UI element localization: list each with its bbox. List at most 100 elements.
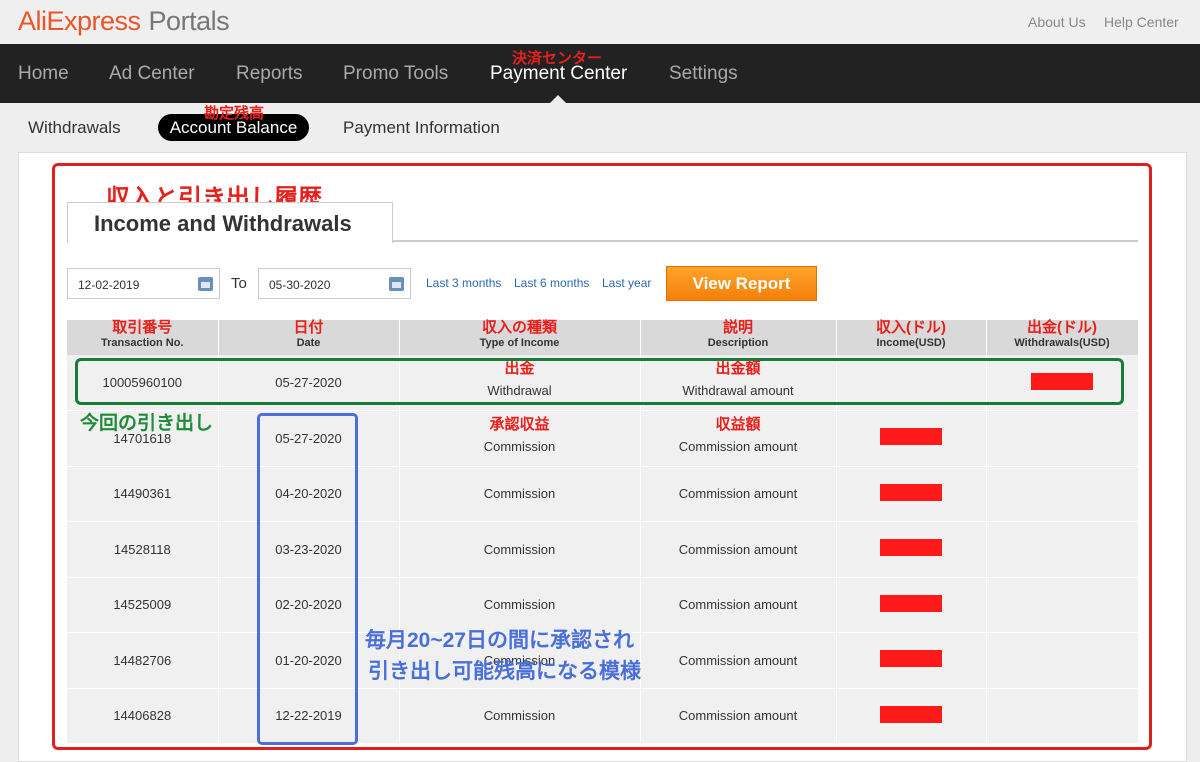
nav-home[interactable]: Home [18, 63, 69, 85]
current-withdrawal-highlight [75, 358, 1124, 405]
cell-no: 14406828 [67, 688, 219, 744]
desc-value: Commission amount [678, 438, 798, 454]
column-label: Description [707, 337, 769, 349]
redacted-amount [880, 650, 942, 668]
cell-amount [836, 688, 987, 744]
cell-no: 14528118 [67, 521, 219, 578]
table-row[interactable]: 14490361 04-20-2020 Commission Commission a… [67, 466, 1139, 522]
tab-income-withdrawals[interactable]: Income and Withdrawals [67, 202, 393, 243]
to-date-value: 05-30-2020 [269, 278, 331, 292]
cell-desc: 収益額 Commission amount [640, 410, 837, 467]
calendar-icon[interactable] [389, 277, 404, 291]
column-header: 収入(ドル) Income(USD) [836, 319, 987, 355]
desc-value: Commission amount [678, 486, 798, 502]
approval-note-line-2: 引き出し可能残高になる模様 [368, 660, 641, 683]
no-value: 14482706 [113, 652, 172, 668]
type-value: Commission [483, 541, 556, 557]
no-value: 14525009 [113, 597, 172, 613]
no-value: 14406828 [113, 708, 172, 724]
cell-no: 14525009 [67, 577, 219, 633]
redacted-amount [880, 483, 942, 501]
from-date-value: 12-02-2019 [78, 278, 140, 292]
cell-no: 14482706 [67, 632, 219, 689]
cell-amount [836, 632, 987, 689]
cell-amount [986, 688, 1139, 744]
nav-payment-center[interactable]: Payment Center [490, 63, 627, 85]
column-label: Income(USD) [876, 337, 946, 349]
tab-divider [393, 240, 1138, 242]
table-row[interactable]: 14528118 03-23-2020 Commission Commission a… [67, 521, 1139, 578]
column-header: 説明 Description [640, 319, 837, 355]
last-3-months-link[interactable]: Last 3 months [426, 276, 501, 290]
cell-type: Commission [399, 466, 641, 522]
cell-desc: Commission amount [640, 521, 837, 578]
dates-highlight [257, 413, 358, 745]
column-label: Transaction No. [100, 337, 184, 349]
view-report-button[interactable]: View Report [666, 266, 817, 301]
help-center-link[interactable]: Help Center [1104, 14, 1179, 30]
cell-amount [836, 521, 987, 578]
column-annotation: 収入の種類 [481, 319, 557, 336]
type-value: Commission [483, 597, 556, 613]
column-annotation: 日付 [293, 319, 324, 336]
cell-amount [836, 466, 987, 522]
desc-value: Commission amount [678, 708, 798, 724]
column-label: Type of Income [479, 337, 560, 349]
cell-type: Commission [399, 521, 641, 578]
cell-amount [986, 632, 1139, 689]
approval-note: 毎月20~27日の間に承認され 引き出し可能残高になる模様 [365, 625, 641, 687]
table-row[interactable]: 14406828 12-22-2019 Commission Commission a… [67, 688, 1139, 744]
type-value: Commission [483, 708, 556, 724]
redacted-amount [880, 705, 942, 723]
cell-type: Commission [399, 688, 641, 744]
column-annotation: 取引番号 [112, 319, 173, 336]
cell-amount [986, 521, 1139, 578]
calendar-icon[interactable] [198, 277, 213, 291]
logo[interactable]: AliExpress Portals [18, 6, 230, 37]
cell-amount [986, 466, 1139, 522]
last-6-months-link[interactable]: Last 6 months [514, 276, 589, 290]
cell-amount [836, 410, 987, 467]
about-us-link[interactable]: About Us [1028, 14, 1086, 30]
cell-amount [986, 577, 1139, 633]
cell-amount [836, 577, 987, 633]
from-date-input[interactable]: 12-02-2019 [67, 268, 220, 299]
redacted-amount [880, 428, 942, 446]
last-year-link[interactable]: Last year [602, 276, 651, 290]
column-header: 出金(ドル) Withdrawals(USD) [986, 319, 1139, 355]
approval-note-line-1: 毎月20~27日の間に承認され [365, 629, 634, 652]
subnav-withdrawals[interactable]: Withdrawals [28, 118, 121, 138]
desc-value: Commission amount [678, 541, 798, 557]
cell-desc: Commission amount [640, 688, 837, 744]
account-balance-annotation: 勘定残高 [204, 105, 265, 122]
no-value: 14528118 [113, 541, 171, 557]
column-label: Date [296, 337, 321, 349]
cell-no: 14490361 [67, 466, 219, 522]
to-label: To [231, 275, 247, 292]
no-value: 14490361 [113, 486, 172, 502]
type-value: Commission [483, 438, 556, 454]
nav-ad-center[interactable]: Ad Center [109, 63, 195, 85]
row-annotation: 収益額 [715, 416, 761, 433]
cell-desc: Commission amount [640, 632, 837, 689]
nav-settings[interactable]: Settings [669, 63, 738, 85]
cell-desc: Commission amount [640, 577, 837, 633]
column-label: Withdrawals(USD) [1014, 337, 1110, 349]
column-annotation: 収入(ドル) [876, 319, 946, 336]
cell-desc: Commission amount [640, 466, 837, 522]
redacted-amount [880, 539, 942, 557]
nav-reports[interactable]: Reports [236, 63, 303, 85]
to-date-input[interactable]: 05-30-2020 [258, 268, 411, 299]
desc-value: Commission amount [678, 652, 798, 668]
current-withdrawal-annotation: 今回の引き出し [80, 413, 214, 434]
type-value: Commission [483, 486, 556, 502]
column-annotation: 説明 [722, 319, 753, 336]
desc-value: Commission amount [678, 597, 798, 613]
column-header: 収入の種類 Type of Income [399, 319, 641, 355]
column-header: 取引番号 Transaction No. [67, 319, 219, 355]
row-annotation: 承認収益 [489, 416, 550, 433]
table-row[interactable]: 14701618 05-27-2020 承認収益 Commission 収益額 Commi… [67, 410, 1139, 467]
subnav-payment-information[interactable]: Payment Information [343, 118, 500, 138]
nav-promo-tools[interactable]: Promo Tools [343, 63, 448, 85]
active-nav-caret [549, 95, 567, 104]
